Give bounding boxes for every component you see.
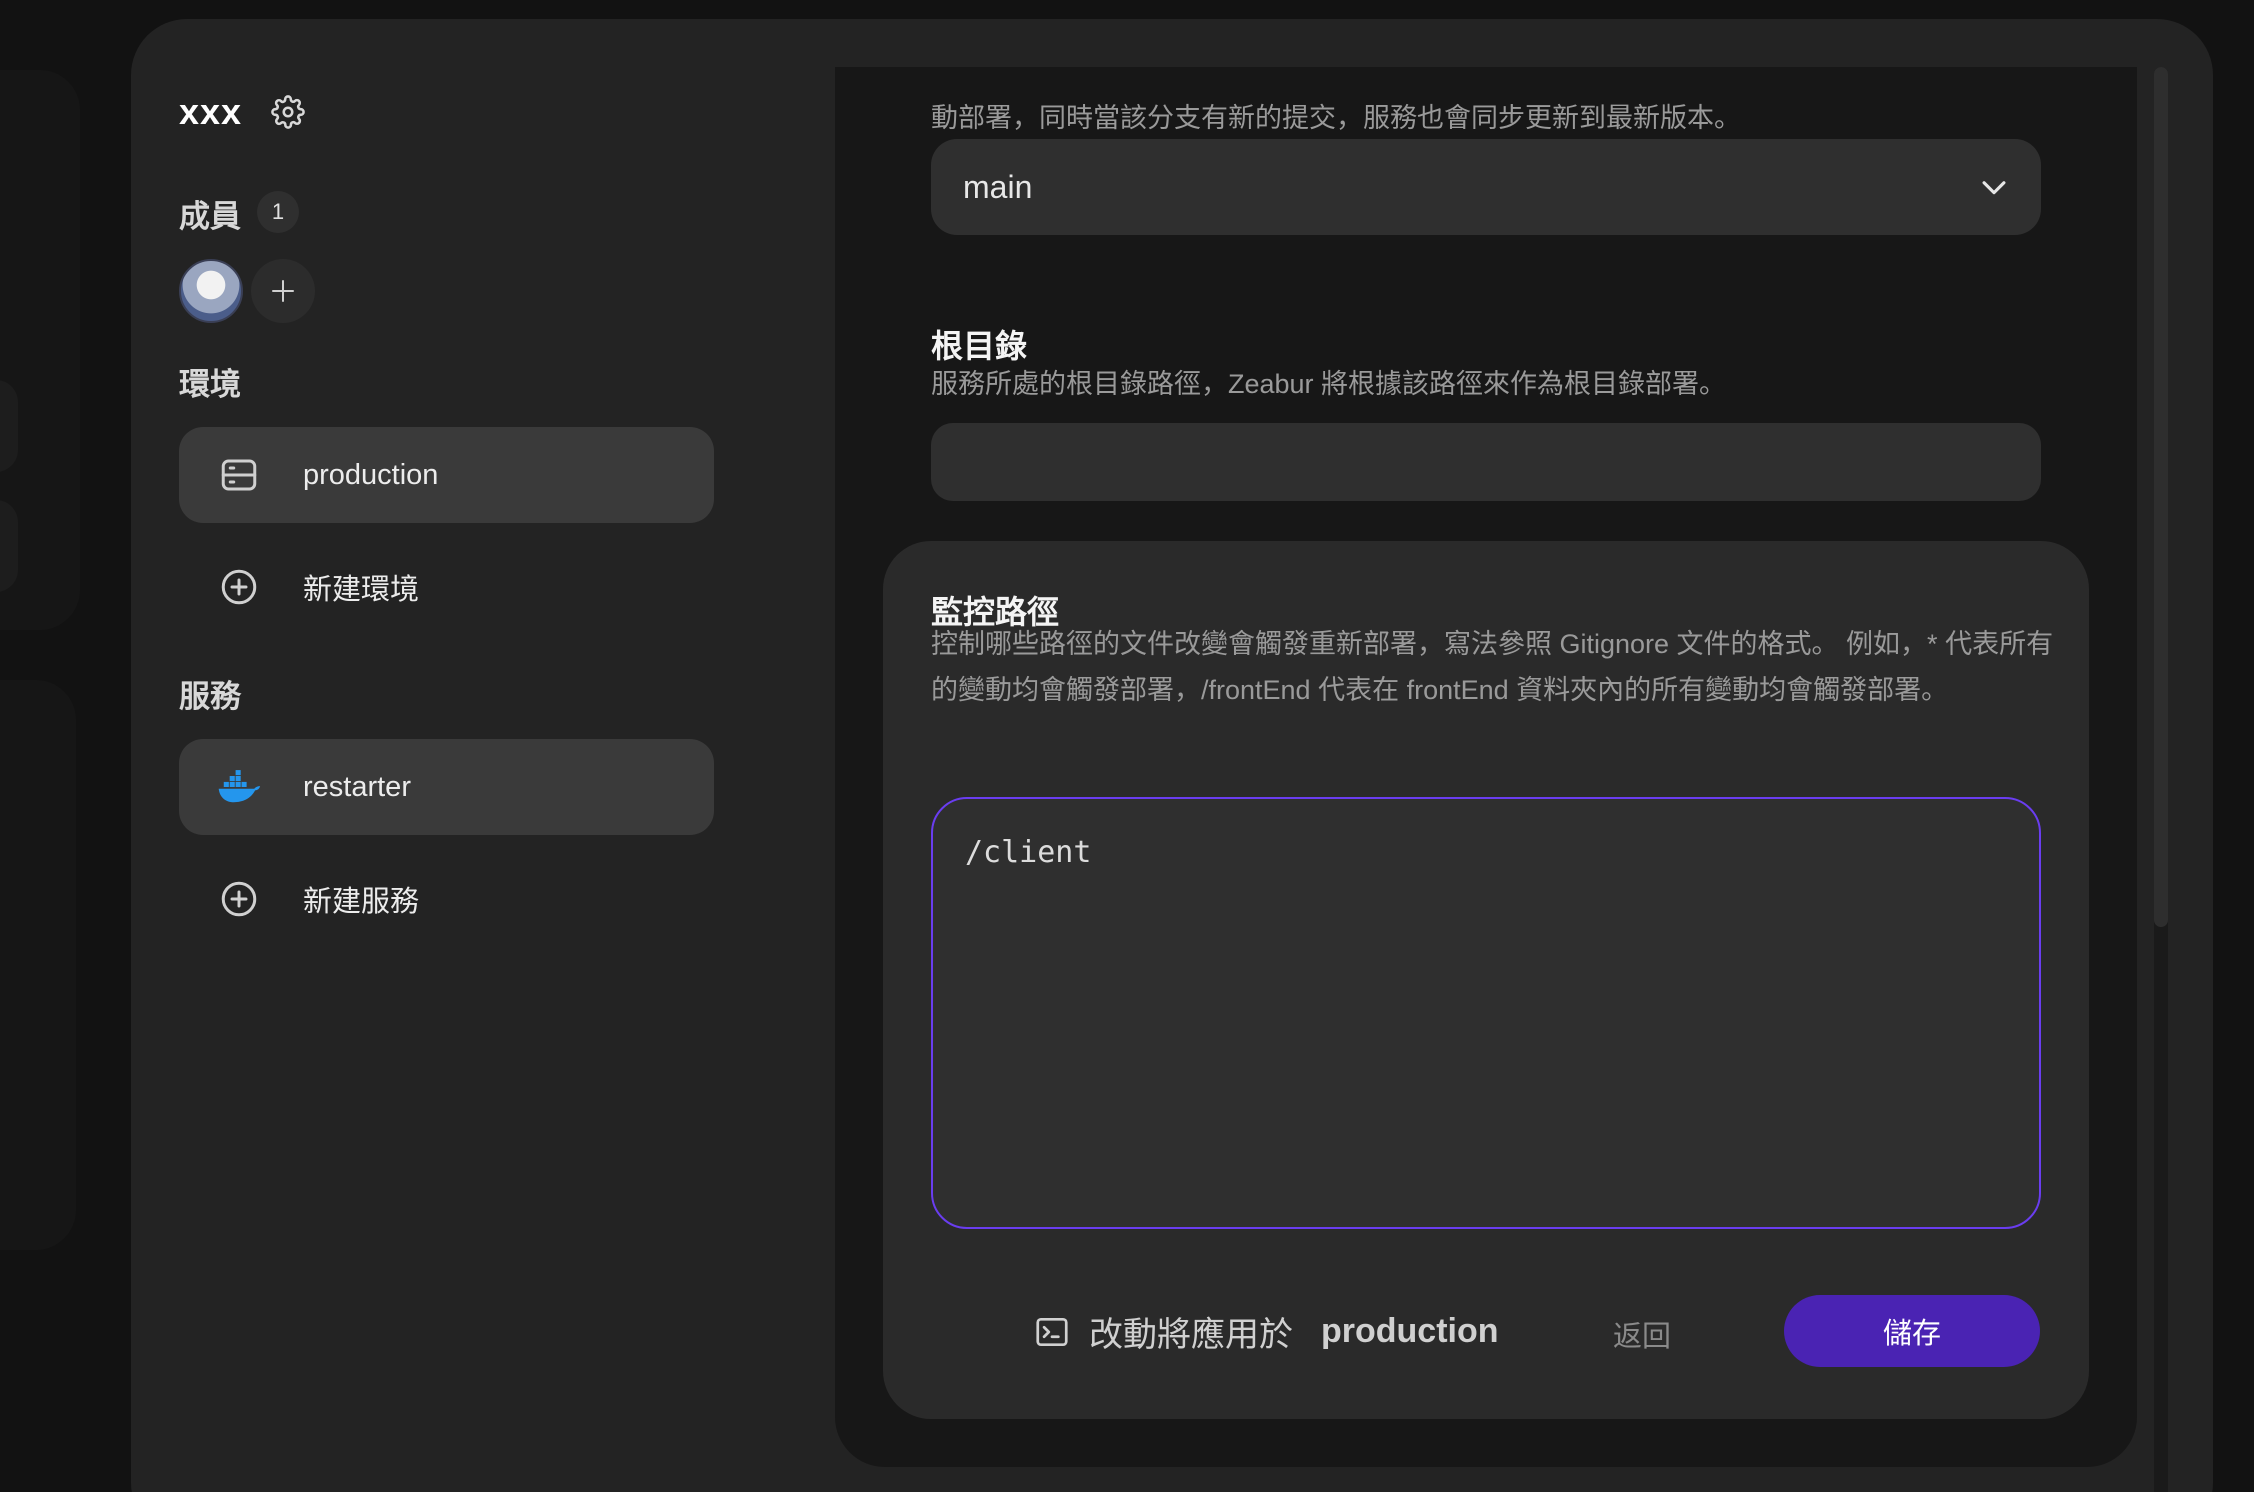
sidebar-item-restarter[interactable]: restarter — [179, 739, 714, 835]
branch-select-value: main — [963, 168, 1033, 205]
docker-icon — [217, 765, 261, 809]
new-service-button[interactable]: 新建服務 — [179, 851, 714, 947]
members-title: 成員 — [179, 199, 241, 234]
background-panel — [0, 680, 76, 1250]
plus-circle-icon — [217, 565, 261, 609]
server-icon — [217, 453, 261, 497]
add-member-button[interactable] — [251, 259, 315, 323]
sidebar-item-label: 新建環境 — [303, 574, 420, 606]
environments-title: 環境 — [179, 367, 241, 402]
background-pill — [0, 380, 18, 472]
gear-icon[interactable] — [268, 92, 308, 132]
branch-select[interactable]: main — [931, 139, 2041, 235]
member-count-badge: 1 — [257, 191, 299, 233]
sidebar-item-label: production — [303, 458, 439, 491]
sidebar-item-label: 新建服務 — [303, 886, 420, 918]
service-settings-panel: 動部署，同時當該分支有新的提交，服務也會同步更新到最新版本。 main 根目錄 … — [835, 67, 2137, 1467]
root-dir-input[interactable] — [931, 423, 2041, 501]
watch-paths-card: 監控路徑 控制哪些路徑的文件改變會觸發重新部署，寫法參照 Gitignore 文… — [883, 541, 2089, 1419]
watch-paths-description: 控制哪些路徑的文件改變會觸發重新部署，寫法參照 Gitignore 文件的格式。… — [931, 629, 2054, 705]
root-dir-description: 服務所處的根目錄路徑，Zeabur 將根據該路徑來作為根目錄部署。 — [931, 369, 1727, 399]
watch-paths-textarea[interactable]: /client — [931, 797, 2041, 1229]
project-name: xxx — [179, 91, 243, 132]
card-footer: 改動將應用於 production 返回 儲存 — [883, 1295, 2089, 1367]
background-pill — [0, 500, 18, 592]
new-environment-button[interactable]: 新建環境 — [179, 539, 714, 635]
terminal-icon — [1036, 1317, 1068, 1346]
apply-environment: production — [1321, 1312, 1499, 1350]
plus-icon — [272, 280, 294, 302]
save-button[interactable]: 儲存 — [1784, 1295, 2040, 1367]
back-button[interactable]: 返回 — [1613, 1313, 1671, 1355]
branch-description: 動部署，同時當該分支有新的提交，服務也會同步更新到最新版本。 — [931, 103, 1741, 133]
project-settings-window: xxx 成員 1 環境 production 新建環境 服務 restarter… — [131, 19, 2213, 1492]
scrollbar-thumb[interactable] — [2154, 67, 2168, 927]
apply-text: 改動將應用於 — [1089, 1316, 1293, 1354]
services-title: 服務 — [179, 679, 241, 714]
avatar[interactable] — [179, 259, 243, 323]
sidebar-item-production[interactable]: production — [179, 427, 714, 523]
chevron-down-icon — [1982, 181, 2006, 195]
sidebar-item-label: restarter — [303, 770, 411, 803]
apply-target: 改動將應用於 production — [1033, 1307, 1499, 1356]
plus-circle-icon — [217, 877, 261, 921]
project-header: xxx — [179, 91, 308, 133]
